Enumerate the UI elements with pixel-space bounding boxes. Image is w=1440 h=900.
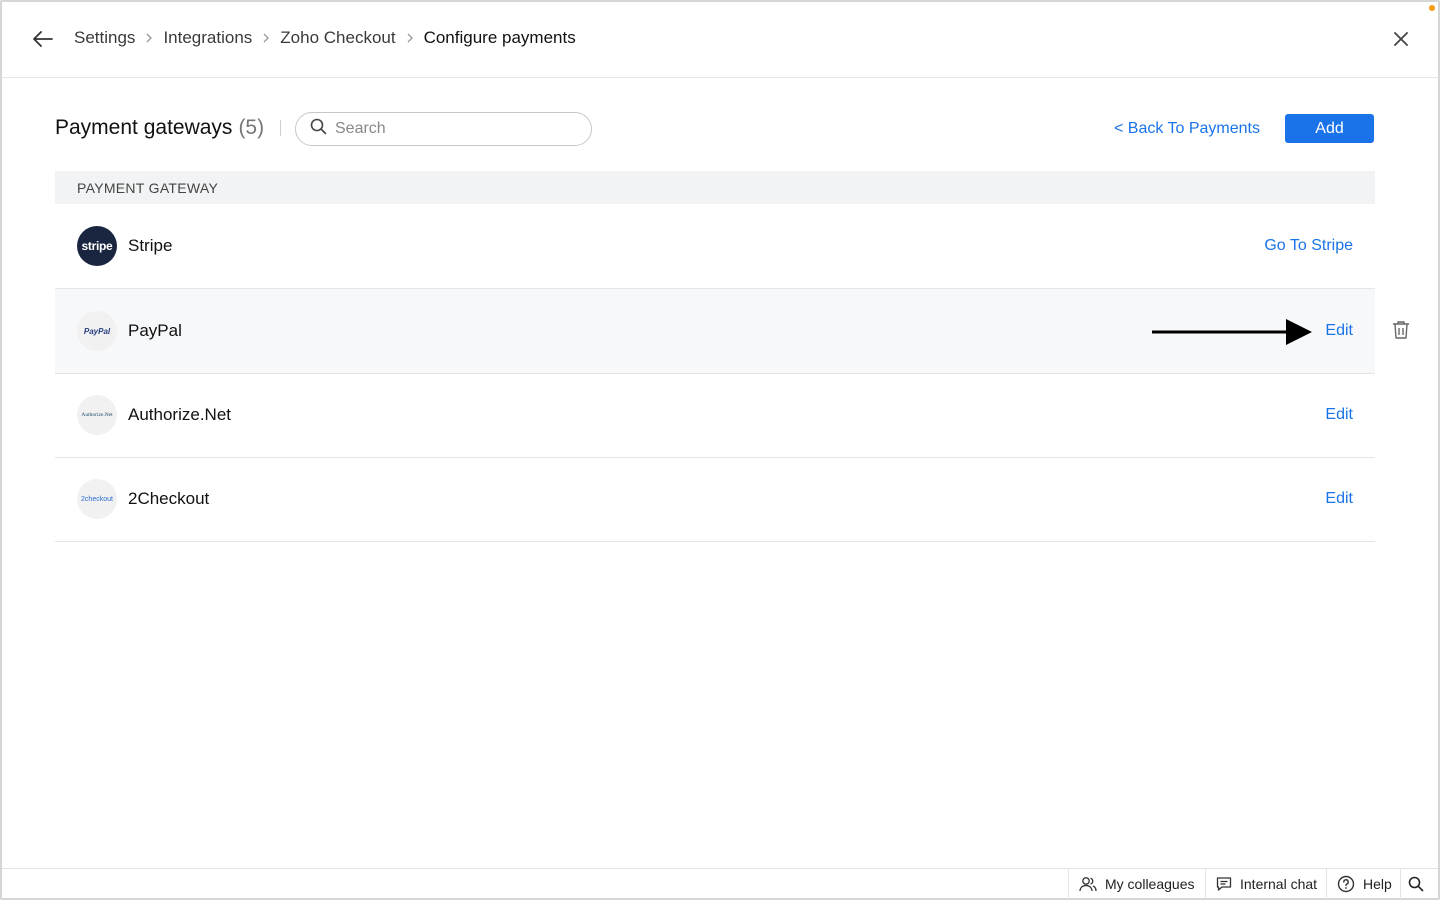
chevron-right-icon bbox=[145, 32, 153, 44]
arrow-right-icon bbox=[1152, 319, 1312, 345]
page-title: Payment gateways (5) bbox=[55, 116, 264, 140]
search-icon bbox=[310, 118, 327, 140]
search-icon bbox=[1408, 876, 1424, 892]
gateway-name: 2Checkout bbox=[128, 489, 210, 508]
chat-icon bbox=[1216, 877, 1232, 891]
search-box[interactable] bbox=[295, 112, 592, 146]
paypal-logo-text: PayPal bbox=[83, 326, 111, 336]
edit-paypal-link[interactable]: Edit bbox=[1325, 322, 1353, 340]
close-icon[interactable] bbox=[1388, 26, 1414, 52]
go-to-stripe-link[interactable]: Go To Stripe bbox=[1264, 237, 1353, 255]
edit-2checkout-link[interactable]: Edit bbox=[1325, 490, 1353, 508]
gateway-count: (5) bbox=[238, 116, 265, 139]
edit-authorize-net-link[interactable]: Edit bbox=[1325, 406, 1353, 424]
table-header: PAYMENT GATEWAY bbox=[55, 171, 1375, 204]
breadcrumb-integrations[interactable]: Integrations bbox=[163, 28, 252, 48]
gateway-name: Authorize.Net bbox=[128, 405, 231, 424]
back-to-payments-link[interactable]: < Back To Payments bbox=[1114, 120, 1260, 138]
internal-chat-button[interactable]: Internal chat bbox=[1205, 869, 1327, 899]
chevron-right-icon bbox=[262, 32, 270, 44]
my-colleagues-label: My colleagues bbox=[1105, 876, 1195, 892]
divider bbox=[280, 120, 281, 136]
trash-icon[interactable] bbox=[1392, 320, 1410, 340]
bottom-bar: My colleagues Internal chat Help bbox=[2, 868, 1438, 899]
add-button[interactable]: Add bbox=[1285, 114, 1374, 143]
help-label: Help bbox=[1363, 876, 1392, 892]
2checkout-logo-icon: 2checkout bbox=[77, 479, 117, 519]
back-arrow-icon[interactable] bbox=[30, 26, 56, 52]
internal-chat-label: Internal chat bbox=[1240, 876, 1318, 892]
help-button[interactable]: Help bbox=[1326, 869, 1402, 899]
paypal-logo-icon: PayPal bbox=[77, 311, 117, 351]
column-header-payment-gateway: PAYMENT GATEWAY bbox=[77, 179, 219, 196]
page-title-text: Payment gateways bbox=[55, 116, 233, 139]
search-input[interactable] bbox=[335, 120, 565, 138]
table-row: Authorize.Net Authorize.Net Edit bbox=[55, 373, 1375, 458]
top-header: Settings Integrations Zoho Checkout Conf… bbox=[2, 2, 1438, 78]
breadcrumb-settings[interactable]: Settings bbox=[74, 28, 135, 48]
my-colleagues-button[interactable]: My colleagues bbox=[1068, 869, 1205, 899]
2checkout-logo-text: 2checkout bbox=[81, 495, 113, 503]
help-icon bbox=[1337, 875, 1355, 893]
global-search-button[interactable] bbox=[1400, 869, 1431, 899]
authorize-net-logo-icon: Authorize.Net bbox=[77, 395, 117, 435]
breadcrumb-configure-payments: Configure payments bbox=[423, 28, 576, 47]
people-icon bbox=[1079, 877, 1097, 892]
breadcrumb-zoho-checkout[interactable]: Zoho Checkout bbox=[280, 28, 395, 48]
table-row: 2checkout 2Checkout Edit bbox=[55, 457, 1375, 542]
stripe-logo-icon: stripe bbox=[77, 226, 117, 266]
gateway-name: PayPal bbox=[128, 321, 182, 340]
chevron-right-icon bbox=[406, 32, 414, 44]
authorize-net-logo-text: Authorize.Net bbox=[81, 412, 113, 418]
breadcrumb: Settings Integrations Zoho Checkout Conf… bbox=[74, 28, 576, 48]
table-row: stripe Stripe Go To Stripe bbox=[55, 204, 1375, 289]
table-row: PayPal PayPal Edit bbox=[55, 289, 1375, 374]
stripe-logo-text: stripe bbox=[81, 239, 113, 253]
gateway-name: Stripe bbox=[128, 236, 173, 255]
